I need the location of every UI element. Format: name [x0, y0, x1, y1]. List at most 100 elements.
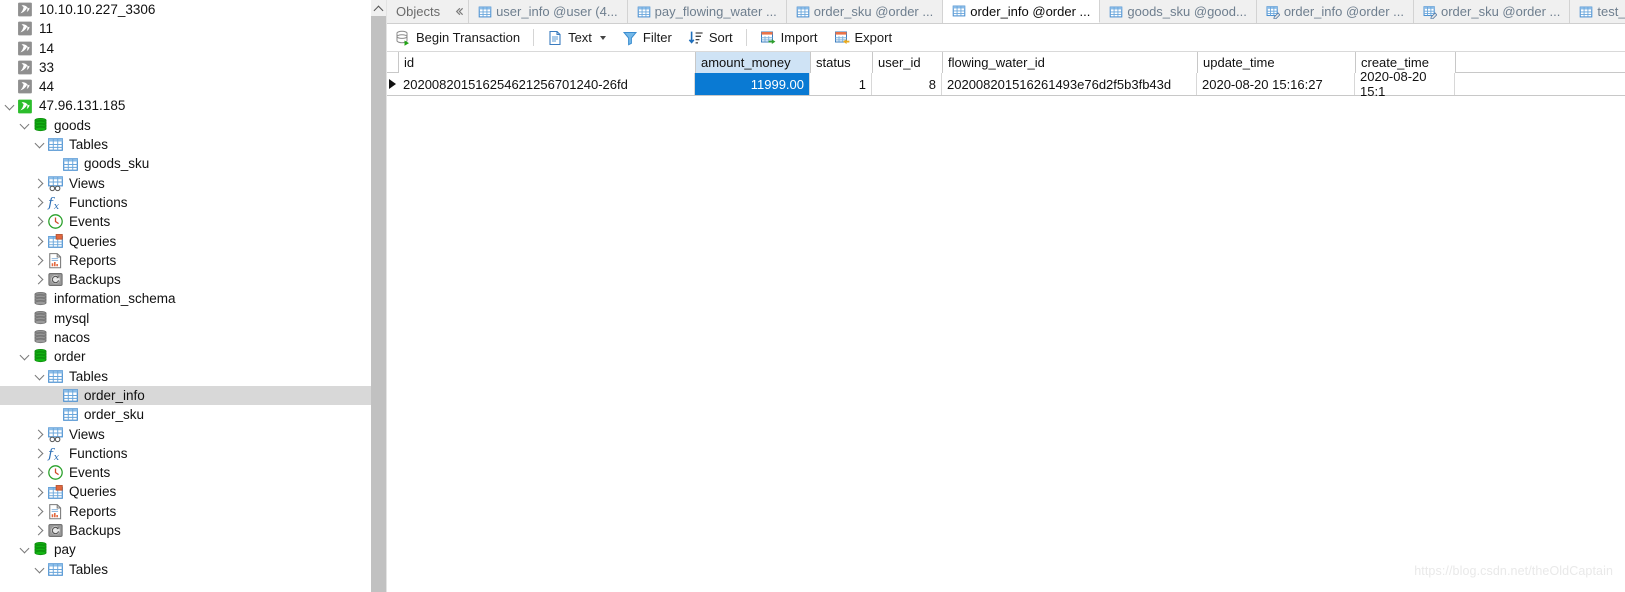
tree-item-11[interactable]: 11 — [0, 19, 371, 38]
column-header-status[interactable]: status — [811, 52, 873, 73]
tab-user-info-user-4[interactable]: user_info @user (4... — [469, 0, 628, 23]
export-button[interactable]: Export — [827, 26, 900, 49]
tree-item-goods-sku[interactable]: goods_sku — [0, 154, 371, 173]
filter-button[interactable]: Filter — [615, 26, 679, 49]
grid-toolbar[interactable]: Begin Transaction Text Filter Sort Impor… — [387, 24, 1625, 52]
tree-item-tables[interactable]: Tables — [0, 560, 371, 579]
cell-user_id[interactable]: 8 — [872, 73, 942, 95]
tree-item-47-96-131-185[interactable]: 47.96.131.185 — [0, 96, 371, 115]
chevron-right-icon[interactable] — [34, 483, 47, 502]
chevron-down-icon[interactable] — [599, 35, 606, 40]
tab-goods-sku-good[interactable]: goods_sku @good... — [1100, 0, 1257, 23]
chevron-right-icon[interactable] — [34, 232, 47, 251]
cell-create_time[interactable]: 2020-08-20 15:1 — [1355, 69, 1455, 99]
tree-item-views[interactable]: Views — [0, 425, 371, 444]
mysql-connection-icon — [17, 1, 34, 18]
svg-text:x: x — [54, 452, 60, 462]
tree-item-pay[interactable]: pay — [0, 540, 371, 559]
chevron-right-icon[interactable] — [34, 174, 47, 193]
tree-item-33[interactable]: 33 — [0, 58, 371, 77]
tab-order-info-order[interactable]: order_info @order ... — [943, 0, 1101, 23]
queries-icon — [47, 484, 64, 501]
current-row-marker-icon — [389, 79, 396, 89]
tab-test-tabl[interactable]: test_tabl — [1570, 0, 1625, 23]
tree-item-events[interactable]: Events — [0, 463, 371, 482]
tree-item-order[interactable]: order — [0, 347, 371, 366]
chevron-down-icon[interactable] — [4, 97, 17, 116]
chevron-down-icon[interactable] — [19, 347, 32, 366]
column-header-label: create_time — [1361, 55, 1429, 70]
cell-amount_money[interactable]: 11999.00 — [695, 73, 810, 95]
begin-transaction-button[interactable]: Begin Transaction — [388, 26, 527, 49]
tree-item-reports[interactable]: Reports — [0, 251, 371, 270]
object-tree-sidebar[interactable]: 10.10.10.227_3306 11 14 33 44 47.96.131.185 go… — [0, 0, 371, 592]
scroll-up-arrow-icon[interactable] — [371, 0, 386, 16]
data-grid[interactable]: id amount_money status user_id flowing_water… — [387, 52, 1625, 99]
database-icon — [32, 310, 49, 327]
chevron-right-icon[interactable] — [34, 212, 47, 231]
row-marker-gutter[interactable] — [387, 73, 398, 95]
tab-order-sku-order[interactable]: order_sku @order ... — [786, 0, 944, 23]
text-view-button[interactable]: Text — [540, 26, 613, 49]
tab-bar[interactable]: Objects user_info @user (4... pay_flowing_… — [387, 0, 1625, 24]
table-icon — [62, 156, 79, 173]
tree-item-queries[interactable]: Queries — [0, 232, 371, 251]
column-header-update_time[interactable]: update_time — [1198, 52, 1356, 73]
import-button[interactable]: Import — [753, 26, 825, 49]
cell-update_time[interactable]: 2020-08-20 15:16:27 — [1197, 73, 1355, 95]
cell-flowing_water_id[interactable]: 202008201516261493e76d2f5b3fb43d — [942, 73, 1197, 95]
tree-item-10-10-10-227-3306[interactable]: 10.10.10.227_3306 — [0, 0, 371, 19]
chevron-down-icon[interactable] — [19, 116, 32, 135]
sort-button[interactable]: Sort — [681, 26, 740, 49]
tree-item-order-info[interactable]: order_info — [0, 385, 371, 406]
tab-objects[interactable]: Objects — [387, 0, 450, 23]
column-header-user_id[interactable]: user_id — [873, 52, 943, 73]
tree-item-information-schema[interactable]: information_schema — [0, 289, 371, 308]
chevron-down-icon[interactable] — [34, 560, 47, 579]
tables-folder-icon — [47, 561, 64, 578]
cell-value: 202008201516261493e76d2f5b3fb43d — [947, 76, 1172, 92]
tree-item-backups[interactable]: Backups — [0, 270, 371, 289]
tree-item-reports[interactable]: Reports — [0, 502, 371, 521]
chevron-right-icon[interactable] — [34, 444, 47, 463]
tree-item-queries[interactable]: Queries — [0, 482, 371, 501]
cell-status[interactable]: 1 — [810, 73, 872, 95]
column-header-amount_money[interactable]: amount_money — [696, 52, 811, 73]
chevron-right-icon[interactable] — [34, 251, 47, 270]
queries-icon — [47, 233, 64, 250]
tree-item-nacos[interactable]: nacos — [0, 328, 371, 347]
chevron-right-icon[interactable] — [34, 193, 47, 212]
tree-item-functions[interactable]: f x Functions — [0, 444, 371, 463]
chevron-right-icon[interactable] — [34, 502, 47, 521]
sidebar-scrollbar-thumb[interactable] — [371, 16, 386, 592]
chevron-down-icon[interactable] — [34, 367, 47, 386]
tree-item-tables[interactable]: Tables — [0, 135, 371, 154]
tree-item-order-sku[interactable]: order_sku — [0, 405, 371, 424]
chevron-down-icon[interactable] — [19, 540, 32, 559]
tab-pay-flowing-water[interactable]: pay_flowing_water ... — [627, 0, 787, 23]
chevron-right-icon[interactable] — [34, 425, 47, 444]
tree-item-goods[interactable]: goods — [0, 116, 371, 135]
tree-item-backups[interactable]: Backups — [0, 521, 371, 540]
tab-order-info-order[interactable]: order_info @order ... — [1256, 0, 1414, 23]
chevron-right-icon[interactable] — [34, 270, 47, 289]
column-header-flowing_water_id[interactable]: flowing_water_id — [943, 52, 1198, 73]
chevron-right-icon[interactable] — [34, 463, 47, 482]
tree-item-mysql[interactable]: mysql — [0, 309, 371, 328]
column-header-id[interactable]: id — [399, 52, 696, 73]
table-row[interactable]: 202008201516254621256701240-26fd 11999.00… — [387, 69, 1625, 99]
tree-item-14[interactable]: 14 — [0, 39, 371, 58]
main-pane: Objects user_info @user (4... pay_flowing_… — [387, 0, 1625, 592]
tree-item-44[interactable]: 44 — [0, 77, 371, 96]
chevron-right-icon[interactable] — [34, 521, 47, 540]
tree-item-functions[interactable]: f x Functions — [0, 193, 371, 212]
chevron-down-icon[interactable] — [34, 135, 47, 154]
tree-item-events[interactable]: Events — [0, 212, 371, 231]
tree-item-views[interactable]: Views — [0, 174, 371, 193]
cell-id[interactable]: 202008201516254621256701240-26fd — [398, 73, 695, 95]
tab-pane-collapse-icon[interactable] — [449, 0, 470, 23]
sidebar-scrollbar[interactable] — [371, 0, 386, 592]
tree-item-tables[interactable]: Tables — [0, 367, 371, 386]
tab-order-sku-order[interactable]: order_sku @order ... — [1413, 0, 1571, 23]
